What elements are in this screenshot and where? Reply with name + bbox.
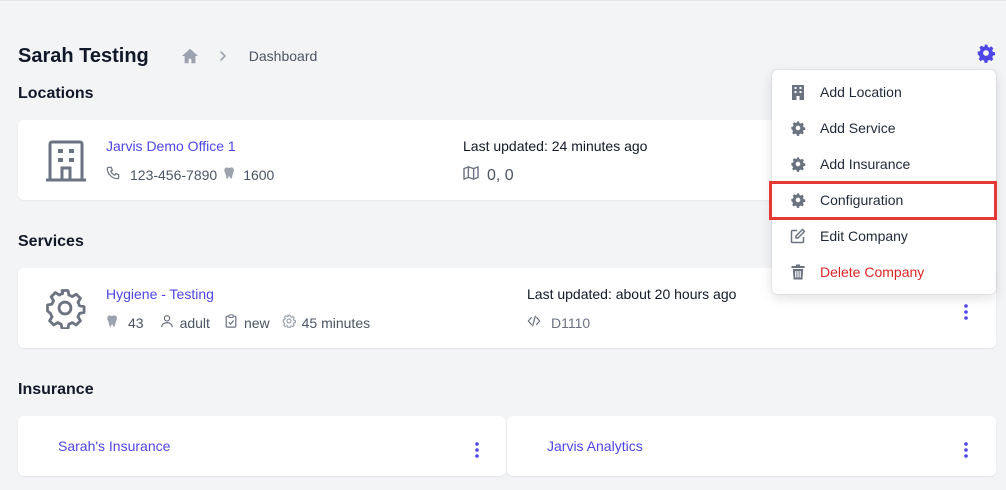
insurance-card: Jarvis Analytics: [507, 416, 996, 476]
cog-icon: [44, 287, 86, 334]
page-title: Sarah Testing: [18, 44, 149, 67]
location-card: Jarvis Demo Office 1 123-456-7890 1600 L…: [18, 120, 778, 200]
menu-item-edit-company[interactable]: Edit Company: [772, 218, 996, 254]
menu-item-label: Add Location: [820, 84, 902, 100]
cog-icon: [789, 155, 807, 173]
breadcrumb-current[interactable]: Dashboard: [249, 48, 318, 64]
insurance-card: Sarah's Insurance: [18, 416, 506, 476]
cog-icon: [789, 191, 807, 209]
menu-item-add-location[interactable]: Add Location: [772, 74, 996, 110]
section-title-locations: Locations: [18, 85, 94, 102]
service-teeth: 43: [128, 314, 144, 331]
settings-dropdown-menu: Add Location Add Service Add Insurance C…: [772, 70, 996, 294]
menu-item-label: Delete Company: [820, 264, 925, 280]
home-icon[interactable]: [181, 47, 199, 65]
cog-small-icon: [282, 314, 296, 331]
service-patient: adult: [179, 314, 210, 331]
page-header: Sarah Testing Dashboard: [18, 42, 317, 70]
service-meta: 43 adult new 45 minutes: [106, 314, 370, 331]
menu-item-configuration[interactable]: Configuration: [772, 182, 996, 218]
clipboard-icon: [224, 314, 238, 331]
menu-item-add-service[interactable]: Add Service: [772, 110, 996, 146]
menu-item-delete-company[interactable]: Delete Company: [772, 254, 996, 290]
location-meta: 123-456-7890 1600: [106, 166, 274, 183]
service-updated: Last updated: about 20 hours ago: [527, 286, 737, 302]
building-icon: [789, 83, 807, 101]
settings-gear-icon[interactable]: [976, 43, 996, 63]
section-title-services: Services: [18, 233, 84, 250]
tooth-icon: [106, 314, 120, 331]
edit-icon: [789, 227, 807, 245]
chevron-right-icon: [217, 50, 229, 62]
service-status: new: [243, 314, 270, 331]
location-coords: 0, 0: [487, 166, 514, 184]
section-title-insurance: Insurance: [18, 381, 94, 398]
menu-item-label: Configuration: [820, 192, 904, 208]
top-divider: [0, 0, 1006, 1]
building-icon: [46, 140, 86, 187]
service-duration: 45 minutes: [301, 314, 371, 331]
map-icon: [463, 166, 479, 185]
service-kebab-icon[interactable]: [956, 302, 976, 322]
menu-item-label: Edit Company: [820, 228, 908, 244]
insurance-kebab-icon[interactable]: [467, 440, 487, 460]
location-updated: Last updated: 24 minutes ago: [463, 138, 648, 154]
menu-item-add-insurance[interactable]: Add Insurance: [772, 146, 996, 182]
service-code-row: D1110: [527, 314, 590, 331]
cog-icon: [789, 119, 807, 137]
location-phone: 123-456-7890: [130, 166, 218, 183]
code-icon: [527, 314, 541, 331]
location-count: 1600: [243, 166, 275, 183]
phone-icon: [106, 166, 120, 183]
location-name-link[interactable]: Jarvis Demo Office 1: [106, 138, 236, 154]
service-code: D1110: [551, 314, 591, 331]
insurance-kebab-icon[interactable]: [956, 440, 976, 460]
service-name-link[interactable]: Hygiene - Testing: [106, 286, 214, 302]
insurance-name-link[interactable]: Jarvis Analytics: [547, 438, 643, 454]
location-coords-row: 0, 0: [463, 166, 514, 185]
trash-icon: [789, 263, 807, 281]
menu-item-label: Add Service: [820, 120, 896, 136]
user-icon: [160, 314, 174, 331]
menu-item-label: Add Insurance: [820, 156, 911, 172]
tooth-icon: [223, 166, 237, 183]
insurance-name-link[interactable]: Sarah's Insurance: [58, 438, 170, 454]
